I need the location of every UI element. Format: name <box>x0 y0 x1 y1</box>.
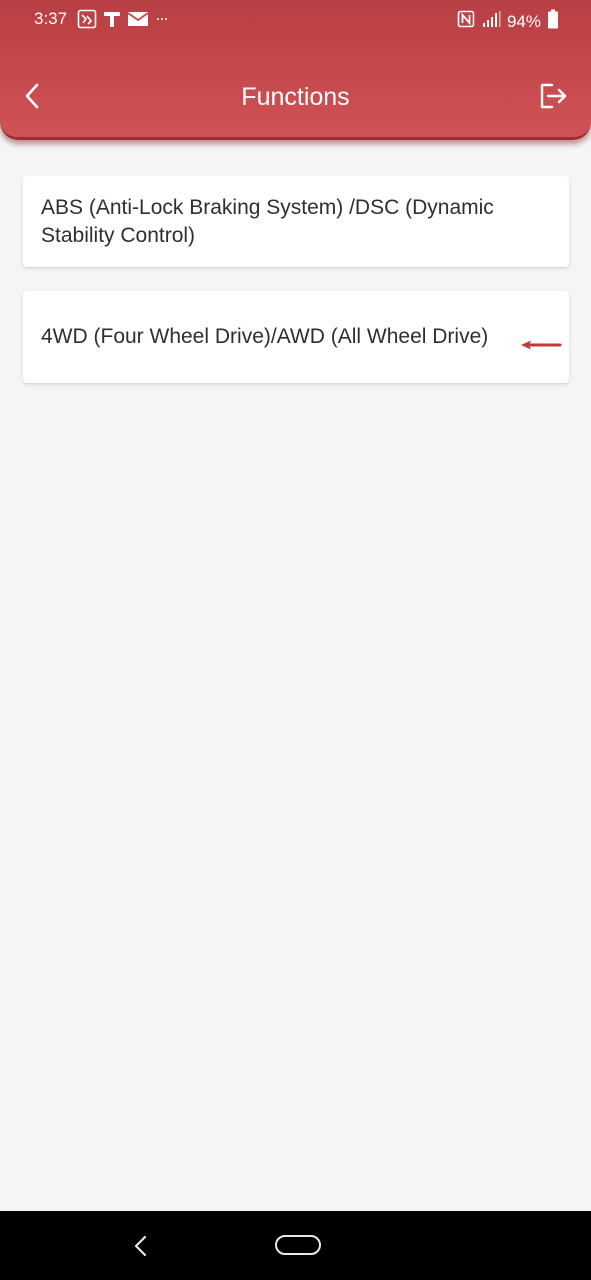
more-dots-icon <box>154 9 170 34</box>
function-item-4wd-awd[interactable]: 4WD (Four Wheel Drive)/AWD (All Wheel Dr… <box>23 291 569 383</box>
logout-icon <box>538 82 568 115</box>
nav-back-icon[interactable] <box>128 1233 154 1259</box>
mail-icon <box>127 10 149 33</box>
nav-home-pill-icon[interactable] <box>275 1235 321 1255</box>
function-item-label: ABS (Anti-Lock Braking System) /DSC (Dyn… <box>41 195 494 247</box>
t-icon <box>102 9 122 34</box>
page-title: Functions <box>241 83 350 111</box>
app-notification-icon <box>77 9 97 34</box>
function-item-abs-dsc[interactable]: ABS (Anti-Lock Braking System) /DSC (Dyn… <box>23 176 569 267</box>
status-bar: 3:37 94% <box>0 0 591 40</box>
function-item-label: 4WD (Four Wheel Drive)/AWD (All Wheel Dr… <box>41 325 489 348</box>
battery-icon <box>547 9 559 34</box>
status-time: 3:37 <box>34 9 68 28</box>
nav-bar: Functions <box>0 70 591 126</box>
red-arrow-icon <box>520 331 562 359</box>
battery-percent: 94% <box>506 11 541 31</box>
signal-icon <box>481 10 501 33</box>
system-nav-bar <box>0 1211 591 1280</box>
app-header: 3:37 94% Functions <box>0 0 591 140</box>
status-notification-icons <box>77 9 170 34</box>
status-system-icons: 94% <box>457 9 559 34</box>
nfc-icon <box>457 10 475 33</box>
functions-list: ABS (Anti-Lock Braking System) /DSC (Dyn… <box>23 176 569 407</box>
exit-button[interactable] <box>535 80 571 116</box>
